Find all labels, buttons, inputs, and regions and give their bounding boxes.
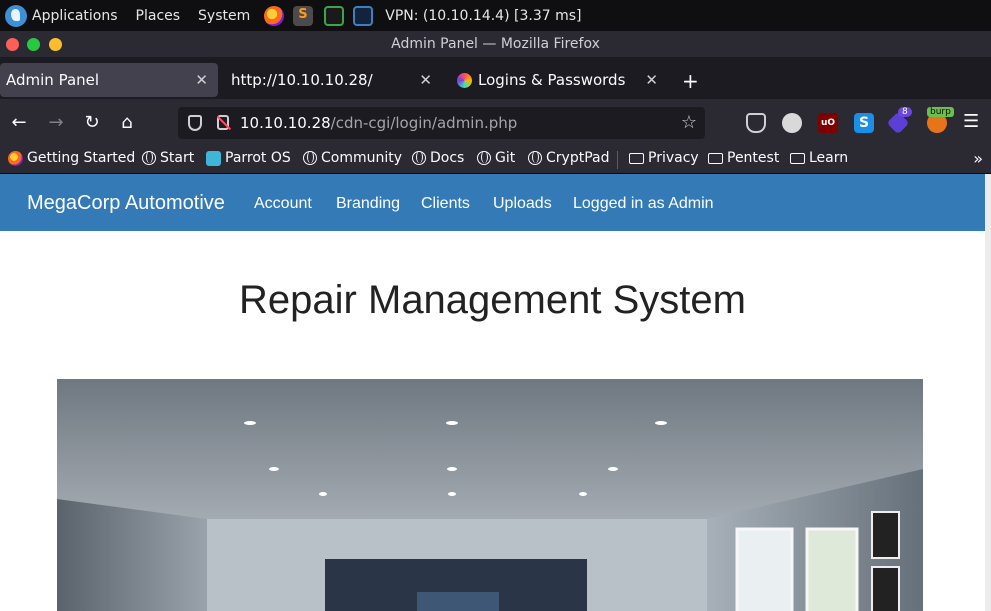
nav-account[interactable]: Account (254, 195, 312, 213)
bookmark-label: Parrot OS (225, 150, 291, 166)
globe-icon (477, 151, 491, 165)
bookmark-folder-pentest[interactable]: Pentest (708, 150, 779, 166)
tab-label: Logins & Passwords (478, 71, 626, 89)
window-title: Admin Panel — Mozilla Firefox (391, 36, 600, 52)
os-top-panel: Applications Places System VPN: (10.10.1… (0, 0, 991, 31)
firefox-icon (8, 150, 23, 166)
close-tab-icon[interactable]: ✕ (645, 71, 658, 89)
menu-hamburger-icon[interactable]: ☰ (963, 111, 979, 132)
tab-logins-passwords[interactable]: Logins & Passwords ✕ (450, 63, 668, 97)
places-menu[interactable]: Places (136, 8, 181, 24)
vpn-status: VPN: (10.10.14.4) [3.37 ms] (385, 7, 582, 24)
new-tab-icon[interactable]: + (682, 69, 699, 93)
foxyproxy-icon[interactable] (782, 113, 802, 133)
tab-bar: Admin Panel ✕ http://10.10.10.28/ ✕ Logi… (0, 57, 991, 99)
bookmark-parrot-os[interactable]: Parrot OS (206, 150, 291, 166)
bookmark-label: Git (495, 150, 516, 166)
parrot-logo-icon[interactable] (5, 4, 27, 27)
tracking-shield-icon[interactable] (188, 115, 202, 131)
page-scrollbar[interactable] (985, 174, 991, 611)
nav-logged-in-admin[interactable]: Logged in as Admin (573, 195, 714, 213)
bookmarks-toolbar: Getting Started Start Parrot OS Communit… (0, 146, 991, 174)
folder-icon (790, 152, 805, 164)
pocket-icon[interactable] (746, 113, 766, 133)
navigation-toolbar: ← → ↻ ⌂ 10.10.10.28/cdn-cgi/login/admin.… (0, 99, 991, 146)
sublime-launcher-icon[interactable] (293, 5, 314, 26)
bookmark-git[interactable]: Git (477, 150, 515, 166)
bookmark-cryptpad[interactable]: CryptPad (528, 150, 609, 166)
bookmark-folder-privacy[interactable]: Privacy (629, 150, 699, 166)
more-bookmarks-icon[interactable]: » (973, 149, 983, 168)
garage-hero-image (57, 379, 923, 611)
nav-uploads[interactable]: Uploads (493, 195, 552, 213)
bookmark-folder-learn[interactable]: Learn (790, 150, 848, 166)
nav-clients[interactable]: Clients (421, 195, 470, 213)
burp-badge: burp (927, 107, 954, 117)
s-extension-icon[interactable]: S (854, 113, 874, 133)
bookmark-label: Privacy (648, 150, 699, 166)
extension-badge: 8 (898, 107, 912, 117)
url-host: 10.10.10.28 (240, 114, 331, 132)
bookmark-label: Community (321, 150, 403, 166)
site-navbar: MegaCorp Automotive Account Branding Cli… (0, 174, 985, 231)
close-tab-icon[interactable]: ✕ (419, 71, 432, 89)
window-titlebar: Admin Panel — Mozilla Firefox (0, 31, 991, 57)
reload-icon[interactable]: ↻ (78, 109, 106, 137)
back-icon[interactable]: ← (5, 109, 33, 137)
bookmark-star-icon[interactable]: ☆ (681, 112, 697, 133)
bookmark-label: Pentest (727, 150, 780, 166)
home-icon[interactable]: ⌂ (113, 109, 141, 137)
applications-menu[interactable]: Applications (32, 8, 118, 24)
globe-icon (412, 151, 426, 165)
bookmark-start[interactable]: Start (142, 150, 194, 166)
url-text[interactable]: 10.10.10.28/cdn-cgi/login/admin.php (240, 114, 517, 132)
page-heading: Repair Management System (239, 278, 746, 322)
bookmark-label: Start (160, 150, 195, 166)
terminal-launcher-icon[interactable] (324, 5, 345, 26)
site-brand[interactable]: MegaCorp Automotive (27, 192, 225, 215)
folder-icon (708, 152, 723, 164)
bookmark-label: Getting Started (27, 150, 136, 166)
url-bar[interactable]: 10.10.10.28/cdn-cgi/login/admin.php ☆ (178, 107, 705, 139)
bookmark-getting-started[interactable]: Getting Started (8, 150, 135, 166)
bookmark-label: Learn (809, 150, 849, 166)
globe-icon (303, 151, 317, 165)
firefox-launcher-icon[interactable] (264, 5, 285, 26)
globe-icon (142, 151, 156, 165)
garage-illustration (57, 379, 923, 611)
ublock-origin-icon[interactable]: uO (818, 113, 838, 133)
lockwise-icon (457, 72, 472, 88)
web-page: MegaCorp Automotive Account Branding Cli… (0, 174, 985, 611)
tab-admin-panel[interactable]: Admin Panel ✕ (0, 63, 218, 97)
folder-icon (629, 152, 644, 164)
parrot-icon (206, 150, 221, 166)
insecure-lock-icon[interactable] (217, 115, 229, 130)
powershell-launcher-icon[interactable] (353, 5, 374, 26)
tab-label: http://10.10.10.28/ (231, 71, 373, 89)
tab-label: Admin Panel (6, 71, 100, 89)
nav-branding[interactable]: Branding (336, 195, 400, 213)
url-path: /cdn-cgi/login/admin.php (330, 114, 518, 132)
system-menu[interactable]: System (198, 8, 250, 24)
globe-icon (528, 151, 542, 165)
tab-http-site[interactable]: http://10.10.10.28/ ✕ (224, 63, 442, 97)
bookmark-docs[interactable]: Docs (412, 150, 464, 166)
bookmark-label: Docs (430, 150, 465, 166)
close-tab-icon[interactable]: ✕ (195, 71, 208, 89)
forward-icon[interactable]: → (42, 109, 70, 137)
bookmark-community[interactable]: Community (303, 150, 402, 166)
bookmark-label: CryptPad (546, 150, 610, 166)
bookmark-divider (617, 151, 618, 169)
